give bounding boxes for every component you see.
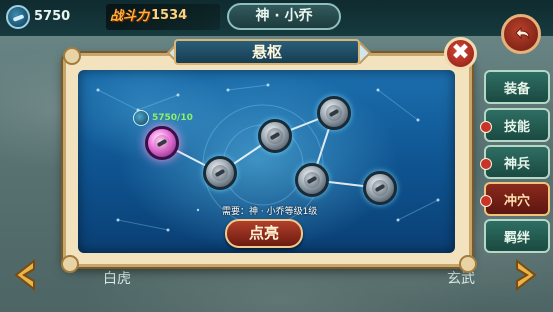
tab-label: 神兵 — [503, 156, 530, 172]
acupoint-gem-icon — [372, 180, 388, 196]
acupoint-node-2[interactable] — [203, 156, 237, 190]
close-icon: ✖ — [451, 40, 470, 65]
hero-name-title: 神 · 小乔 — [227, 3, 341, 30]
notification-dot — [480, 195, 492, 207]
dialog-title: 悬枢 — [174, 39, 360, 65]
tab-bonds[interactable]: 羁绊 — [484, 219, 550, 253]
tab-equipment[interactable]: 装备 — [484, 70, 550, 104]
acupoint-gem-icon — [154, 135, 170, 151]
acupoint-node-3[interactable] — [258, 119, 292, 153]
tab-acupoints[interactable]: 冲穴 — [480, 182, 550, 216]
tab-divine-weapon[interactable]: 神兵 — [480, 145, 550, 179]
corner-ornament — [61, 255, 79, 273]
tab-label: 装备 — [503, 81, 530, 97]
prev-constellation-label: 白虎 — [103, 271, 131, 287]
acupoint-gem-icon — [267, 128, 283, 144]
light-up-button[interactable]: 点亮 — [225, 219, 303, 248]
tab-label: 冲穴 — [503, 193, 530, 209]
prev-arrow-icon[interactable] — [10, 258, 44, 292]
acupoint-node-6[interactable] — [363, 171, 397, 205]
acupoint-gem-icon — [212, 165, 228, 181]
acupoint-node-4[interactable] — [317, 96, 351, 130]
corner-ornament — [459, 255, 477, 273]
acupoint-node-1[interactable] — [145, 126, 179, 160]
tab-label: 羁绊 — [503, 230, 530, 246]
close-button[interactable]: ✖ — [444, 37, 477, 70]
notification-dot — [480, 121, 492, 133]
tab-skills[interactable]: 技能 — [480, 108, 550, 142]
acupoint-gem-icon — [304, 172, 320, 188]
resource-value: 5750 — [34, 9, 71, 24]
corner-ornament — [63, 47, 81, 65]
resource-icon — [6, 5, 30, 29]
combat-power-value: 1534 — [151, 8, 188, 23]
tab-label: 技能 — [503, 119, 530, 135]
notification-dot — [480, 158, 492, 170]
return-arrow-icon — [515, 26, 530, 40]
back-button[interactable] — [501, 14, 541, 54]
node-cost: 5750/10 — [152, 113, 193, 123]
next-arrow-icon[interactable] — [507, 258, 541, 292]
acupoint-node-5[interactable] — [295, 163, 329, 197]
requirement-text: 需要：神 · 小乔等级1级 — [222, 207, 318, 217]
cost-resource-icon — [133, 110, 149, 126]
combat-power-label: 战斗力 — [110, 9, 150, 24]
acupoint-gem-icon — [326, 105, 342, 121]
